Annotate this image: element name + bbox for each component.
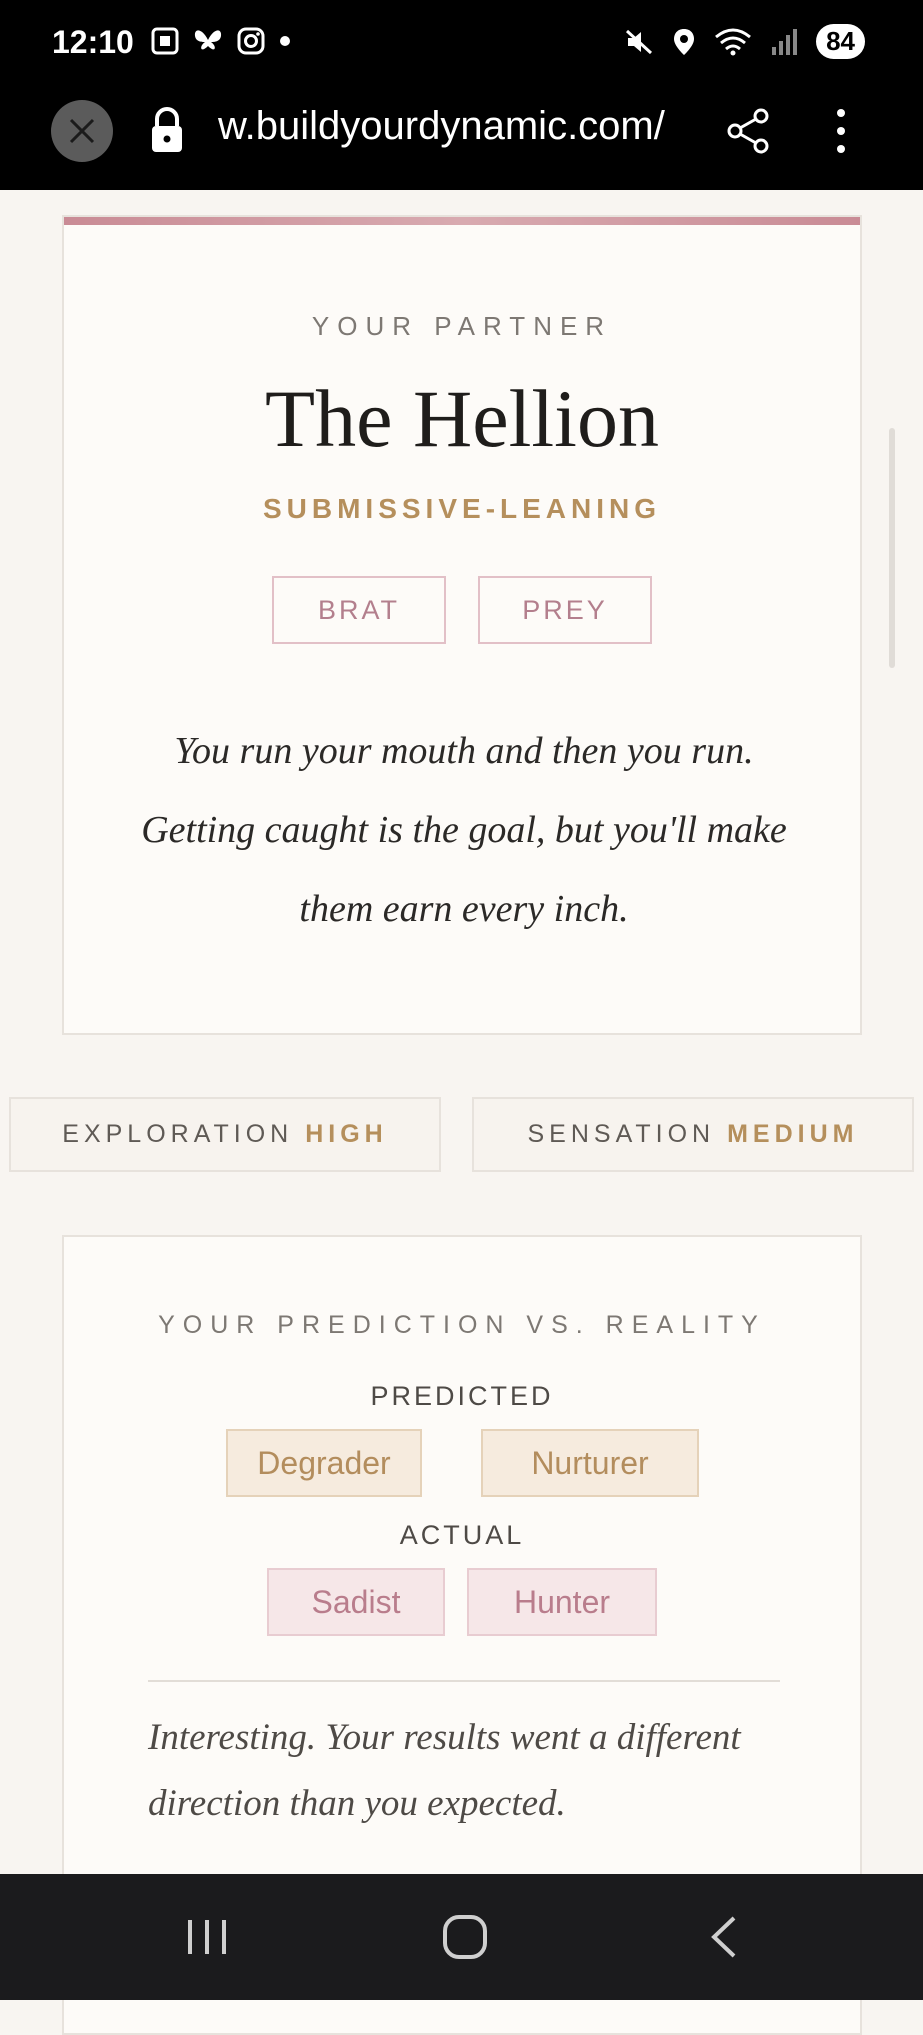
predicted-pill: Degrader <box>226 1429 422 1497</box>
close-tab-button[interactable] <box>51 100 113 162</box>
home-icon[interactable] <box>440 1912 490 1962</box>
actual-pill: Sadist <box>267 1568 445 1636</box>
predicted-pill: Nurturer <box>481 1429 699 1497</box>
share-icon[interactable] <box>725 106 773 156</box>
stat-sensation: SENSATION MEDIUM <box>472 1097 914 1172</box>
wifi-icon <box>715 28 752 55</box>
card-accent-bar <box>64 217 860 225</box>
back-icon[interactable] <box>706 1912 742 1962</box>
instagram-icon <box>237 27 265 55</box>
lock-icon <box>152 107 182 152</box>
tag-prey: PREY <box>478 576 652 644</box>
stat-label: SENSATION <box>527 1120 716 1148</box>
recent-apps-icon[interactable] <box>184 1912 230 1962</box>
more-options-icon[interactable] <box>836 106 846 156</box>
archetype-title: The Hellion <box>265 373 659 464</box>
actual-label: ACTUAL <box>399 1520 525 1550</box>
battery-indicator: 84 <box>816 24 865 59</box>
butterfly-icon <box>194 30 222 50</box>
archetype-subtitle: SUBMISSIVE-LEANING <box>262 493 662 524</box>
stat-exploration: EXPLORATION HIGH <box>9 1097 441 1172</box>
url-field[interactable]: w.buildyourdynamic.com/ <box>218 104 665 149</box>
notification-dot-icon <box>280 36 290 46</box>
prediction-note: Interesting. Your results went a differe… <box>148 1717 741 1824</box>
status-bar: 12:10 84 <box>0 0 923 90</box>
close-icon <box>69 118 95 144</box>
archetype-description: You run your mouth and then you run. Get… <box>141 730 787 930</box>
stat-value: HIGH <box>305 1120 388 1148</box>
card-eyebrow: YOUR PARTNER <box>311 311 613 341</box>
actual-pill: Hunter <box>467 1568 657 1636</box>
page-scrollbar[interactable] <box>889 428 895 668</box>
signal-icon <box>772 28 798 55</box>
status-time: 12:10 <box>52 24 134 60</box>
mute-icon <box>626 29 653 54</box>
screenshot-icon <box>151 27 179 55</box>
divider <box>148 1680 780 1682</box>
stat-value: MEDIUM <box>727 1120 859 1148</box>
location-icon <box>674 28 695 55</box>
tag-brat: BRAT <box>272 576 446 644</box>
stat-label: EXPLORATION <box>62 1120 294 1148</box>
partner-result-card: YOUR PARTNER The Hellion SUBMISSIVE-LEAN… <box>62 215 862 1035</box>
predicted-label: PREDICTED <box>370 1381 554 1411</box>
prediction-heading: YOUR PREDICTION VS. REALITY <box>158 1311 766 1339</box>
